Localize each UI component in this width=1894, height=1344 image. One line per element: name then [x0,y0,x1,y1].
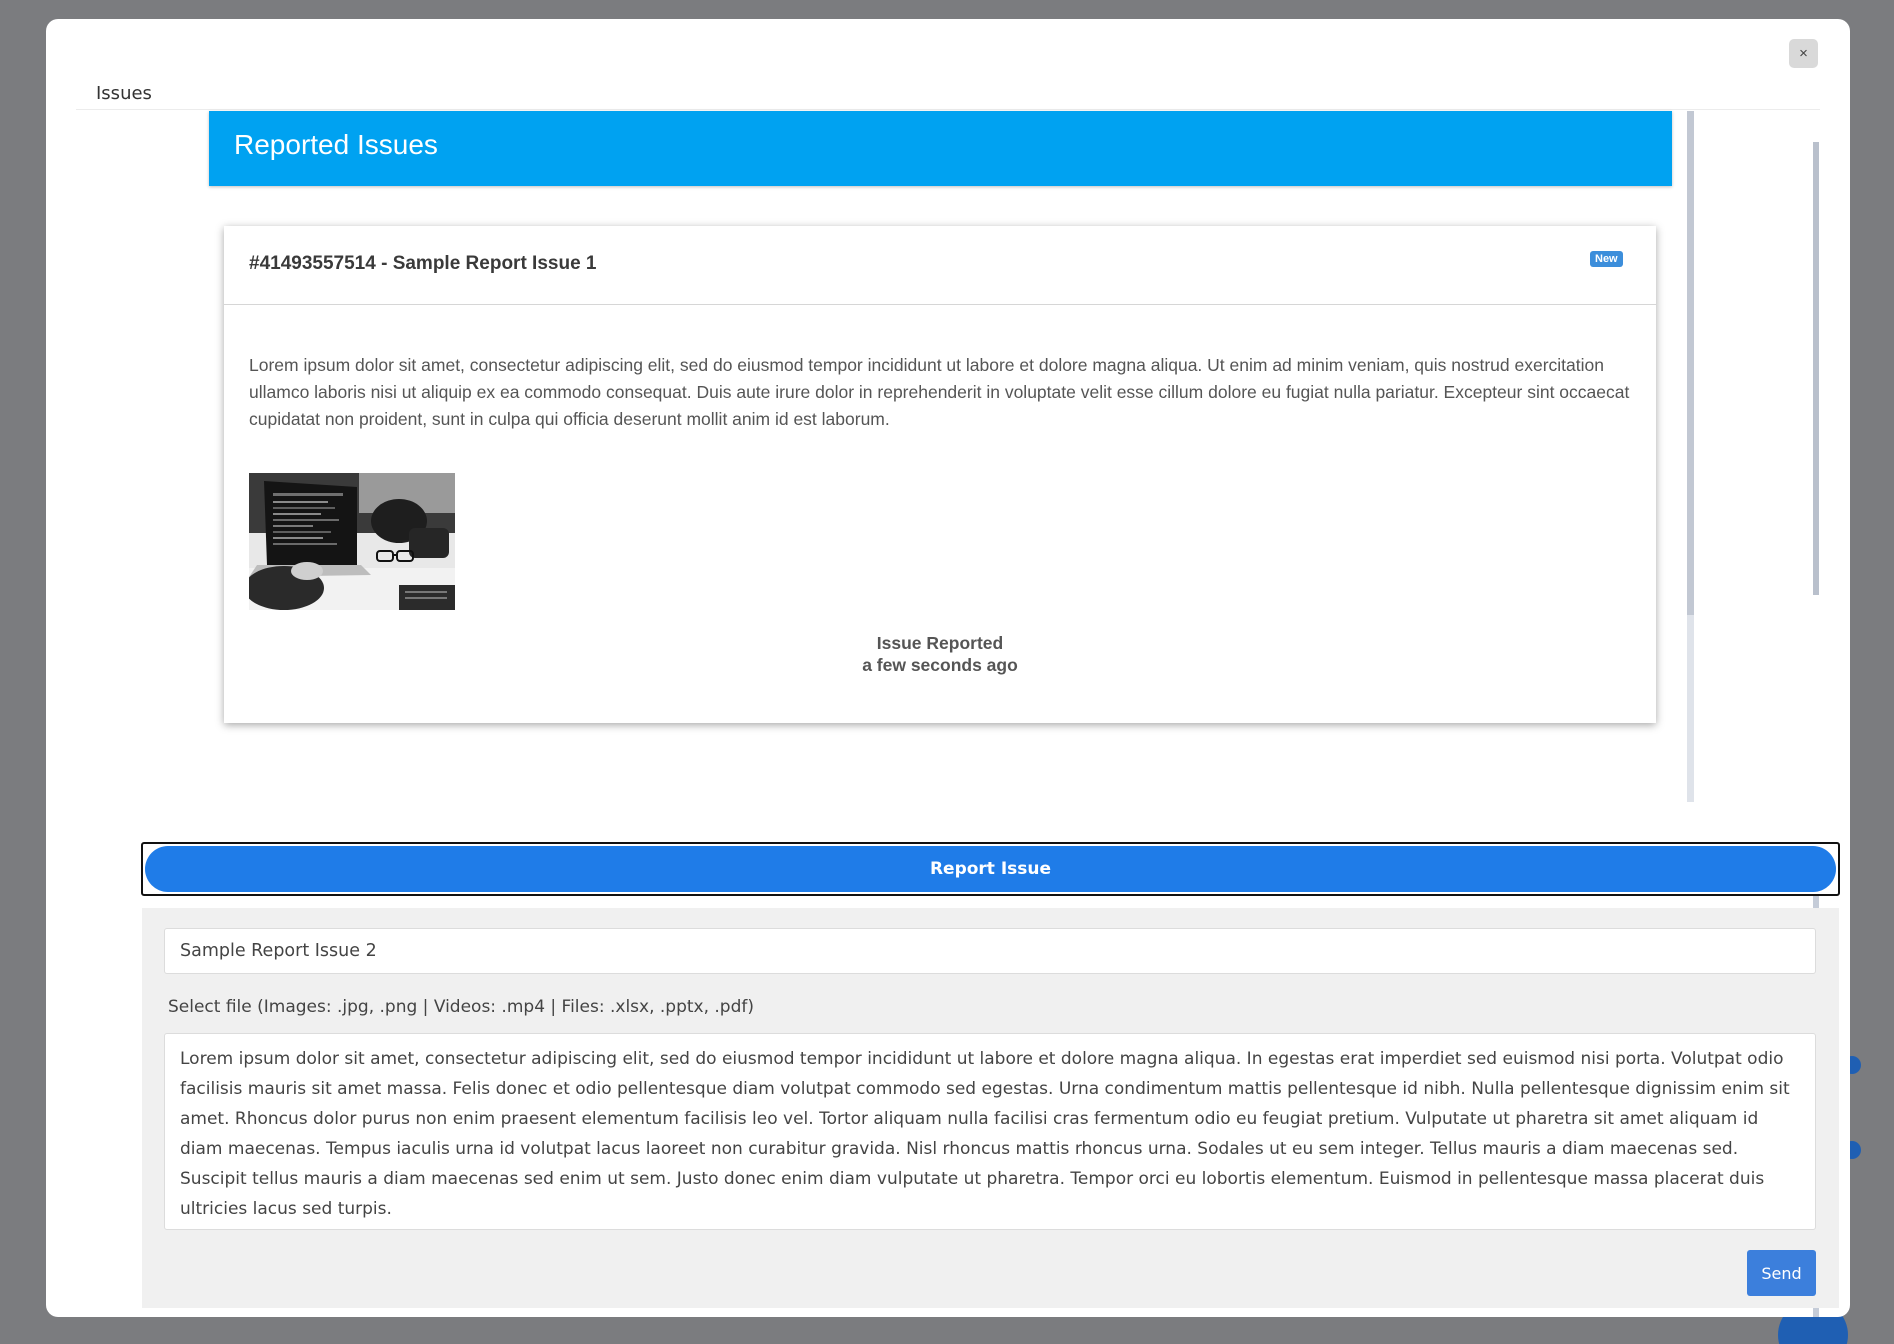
send-button[interactable]: Send [1747,1250,1816,1296]
issues-modal: Issues × Reported Issues #41493557514 - … [46,19,1850,1317]
header-divider [76,109,1820,110]
issues-scrollbar-thumb[interactable] [1687,111,1694,615]
issue-divider [224,304,1656,305]
status-badge: New [1590,251,1623,267]
issue-attachment-image[interactable] [249,473,455,610]
report-issue-toggle[interactable]: Report Issue [141,842,1840,896]
issues-header-title: Reported Issues [234,129,438,160]
file-select-label[interactable]: Select file (Images: .jpg, .png | Videos… [168,997,754,1017]
close-icon: × [1799,45,1808,62]
issue-status-time: a few seconds ago [862,655,1018,675]
issue-status-label: Issue Reported [876,633,1004,653]
report-issue-button[interactable]: Report Issue [145,846,1836,892]
close-button[interactable]: × [1789,39,1818,68]
issue-title: #41493557514 - Sample Report Issue 1 [249,253,597,274]
report-issue-form: Sample Report Issue 2 Select file (Image… [142,908,1839,1308]
issue-description: Lorem ipsum dolor sit amet, consectetur … [249,355,1630,429]
issue-status: Issue Reported a few seconds ago [224,632,1656,676]
issues-header: Reported Issues [209,111,1672,186]
subject-input[interactable]: Sample Report Issue 2 [164,928,1816,974]
modal-title: Issues [96,83,152,104]
description-textarea[interactable]: Lorem ipsum dolor sit amet, consectetur … [164,1033,1816,1230]
issue-card: #41493557514 - Sample Report Issue 1 New… [224,226,1656,723]
modal-scrollbar[interactable] [1813,142,1819,595]
